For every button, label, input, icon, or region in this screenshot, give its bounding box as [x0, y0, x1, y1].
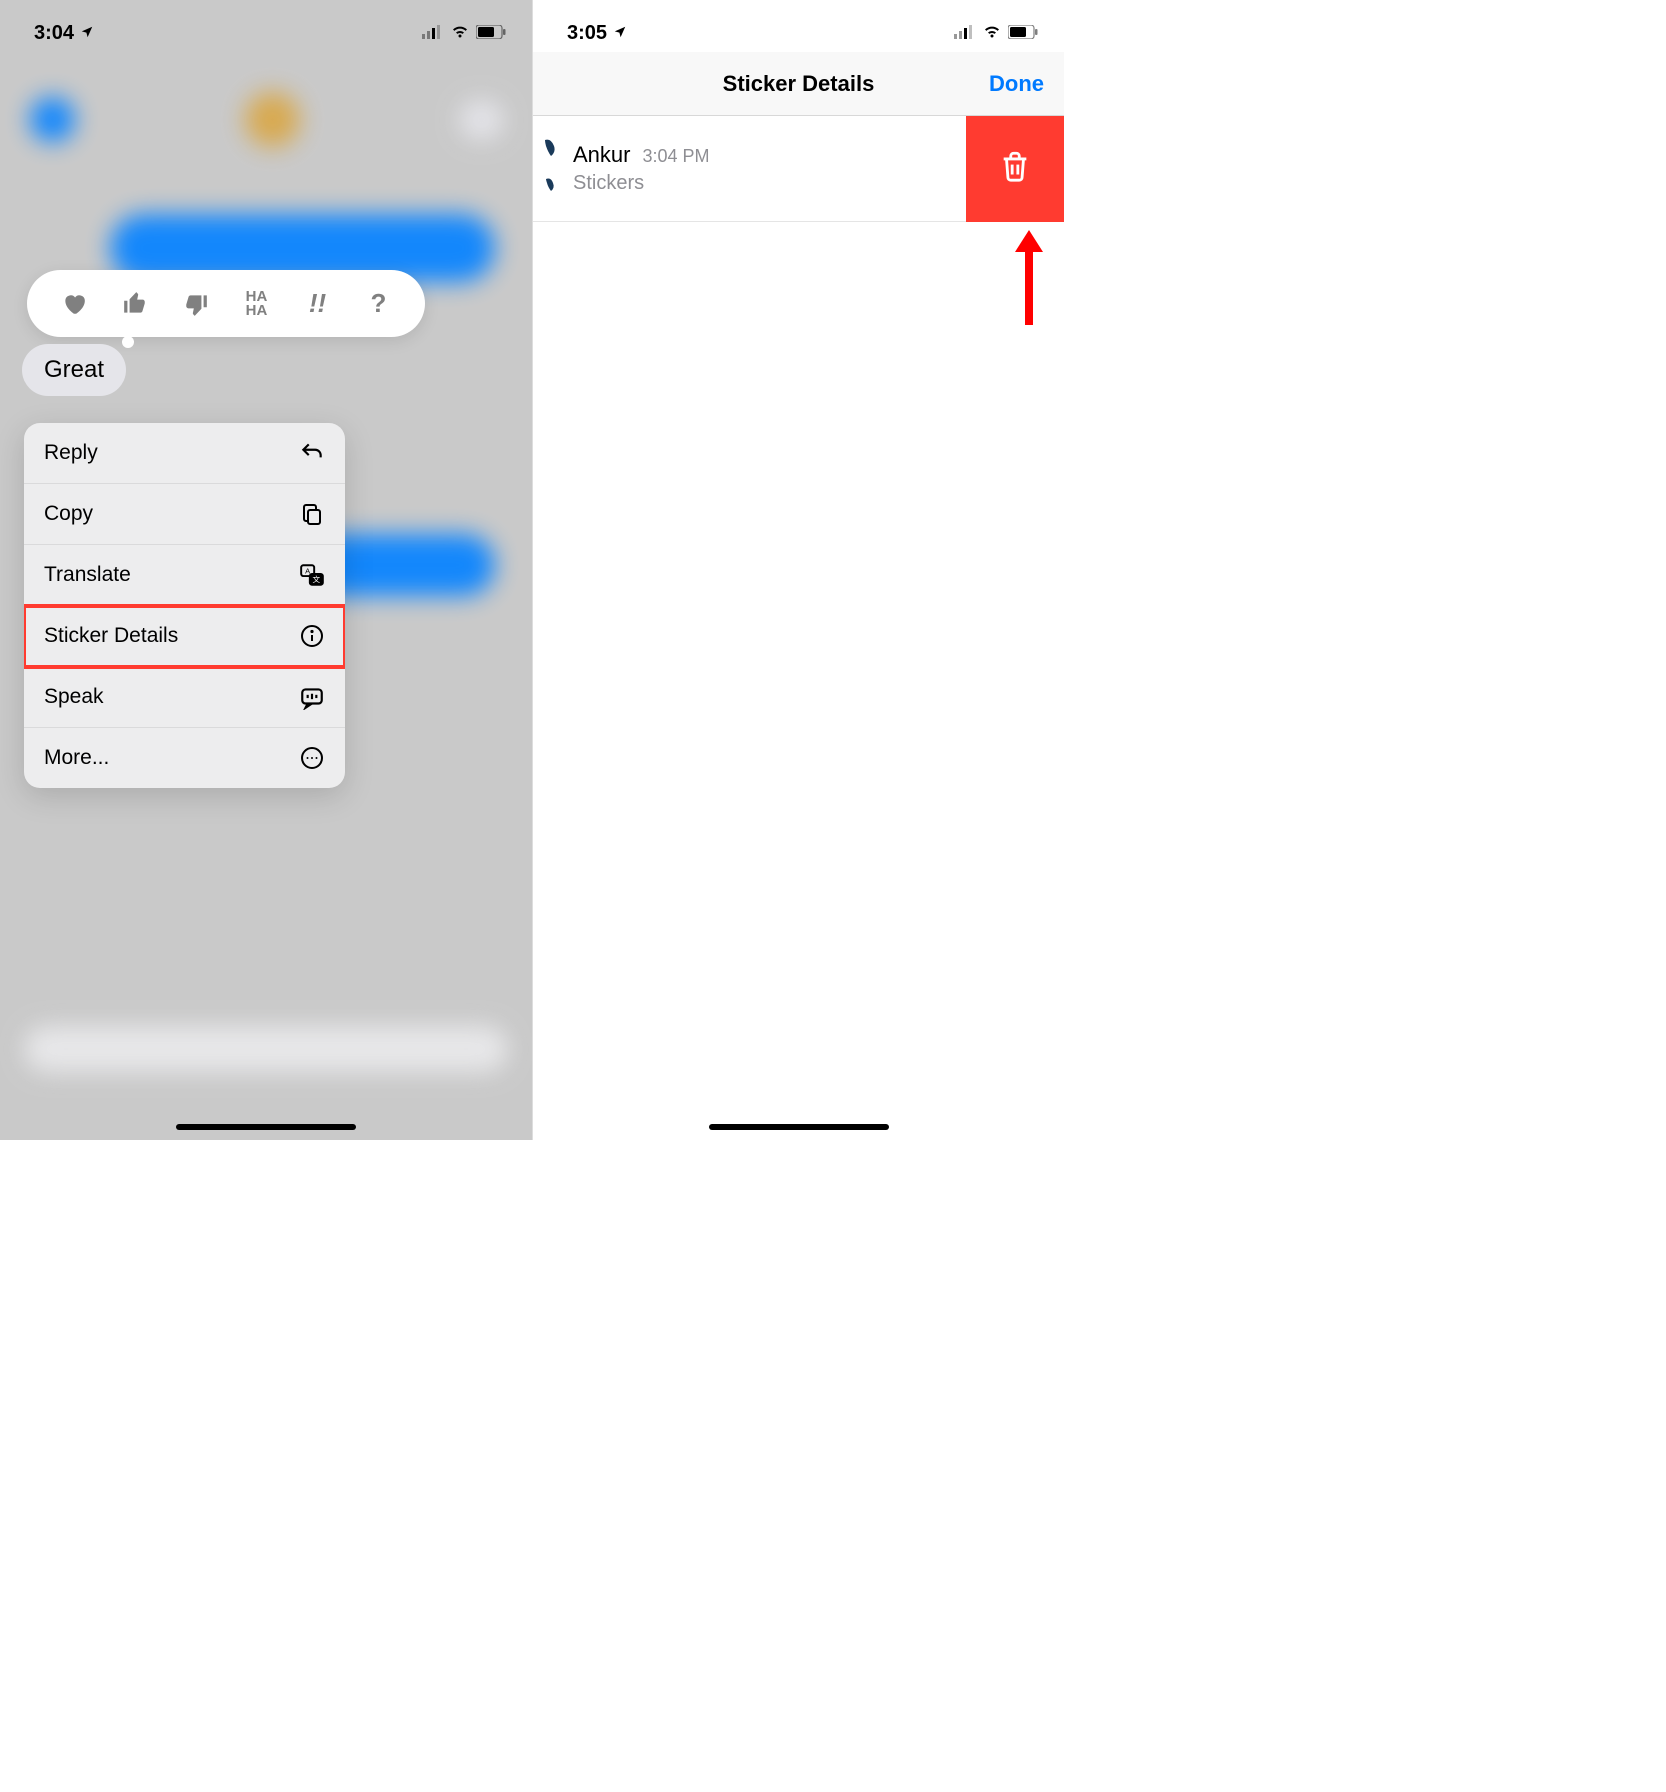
header-title: Sticker Details — [723, 71, 875, 97]
location-icon — [80, 22, 94, 45]
copy-icon — [299, 501, 325, 527]
home-indicator[interactable] — [709, 1124, 889, 1130]
menu-speak[interactable]: Speak — [24, 667, 345, 728]
exclaim-reaction[interactable]: !! — [302, 288, 334, 320]
sticker-thumbnail — [537, 134, 565, 204]
menu-more[interactable]: More... — [24, 728, 345, 788]
menu-copy-label: Copy — [44, 502, 93, 526]
sticker-subtitle: Stickers — [573, 172, 966, 195]
menu-translate[interactable]: Translate A文 — [24, 545, 345, 606]
sticker-time: 3:04 PM — [642, 146, 709, 167]
sticker-sender-name: Ankur — [573, 142, 630, 168]
thumbs-down-reaction[interactable] — [180, 288, 212, 320]
annotation-arrow — [1014, 230, 1044, 325]
menu-speak-label: Speak — [44, 685, 104, 709]
home-indicator[interactable] — [176, 1124, 356, 1130]
wifi-icon — [450, 22, 470, 45]
tapback-reaction-bar: HAHA !! ? — [27, 270, 425, 337]
status-bar-right: 3:05 — [533, 0, 1064, 52]
status-time: 3:04 — [34, 22, 74, 45]
menu-reply-label: Reply — [44, 441, 98, 465]
info-icon — [299, 623, 325, 649]
menu-translate-label: Translate — [44, 563, 131, 587]
done-button[interactable]: Done — [989, 71, 1044, 97]
reply-icon — [299, 440, 325, 466]
thumbs-up-reaction[interactable] — [119, 288, 151, 320]
sticker-info: Ankur 3:04 PM Stickers — [573, 142, 966, 195]
menu-sticker-details[interactable]: Sticker Details — [24, 606, 345, 667]
cellular-icon — [954, 22, 976, 45]
message-text: Great — [44, 356, 104, 383]
more-icon — [299, 745, 325, 771]
translate-icon: A文 — [299, 562, 325, 588]
location-icon — [613, 22, 627, 45]
question-reaction[interactable]: ? — [363, 288, 395, 320]
menu-reply[interactable]: Reply — [24, 423, 345, 484]
message-bubble[interactable]: Great — [22, 344, 126, 396]
heart-reaction[interactable] — [58, 288, 90, 320]
menu-sticker-details-label: Sticker Details — [44, 624, 178, 648]
battery-icon — [1008, 22, 1038, 45]
haha-reaction[interactable]: HAHA — [241, 288, 273, 320]
right-screenshot: 3:05 Sticker Details Done A — [532, 0, 1064, 1140]
sticker-row[interactable]: Ankur 3:04 PM Stickers — [533, 116, 1064, 222]
svg-text:文: 文 — [313, 574, 321, 584]
battery-icon — [476, 22, 506, 45]
status-time: 3:05 — [567, 22, 607, 45]
menu-copy[interactable]: Copy — [24, 484, 345, 545]
left-screenshot: 3:04 HAHA !! ? Great Reply — [0, 0, 532, 1140]
menu-more-label: More... — [44, 746, 109, 770]
speak-icon — [299, 684, 325, 710]
trash-icon — [998, 147, 1032, 190]
delete-button[interactable] — [966, 116, 1064, 222]
wifi-icon — [982, 22, 1002, 45]
context-menu: Reply Copy Translate A文 Sticker Details … — [24, 423, 345, 788]
sticker-details-header: Sticker Details Done — [533, 52, 1064, 116]
cellular-icon — [422, 22, 444, 45]
status-bar-left: 3:04 — [0, 0, 532, 52]
